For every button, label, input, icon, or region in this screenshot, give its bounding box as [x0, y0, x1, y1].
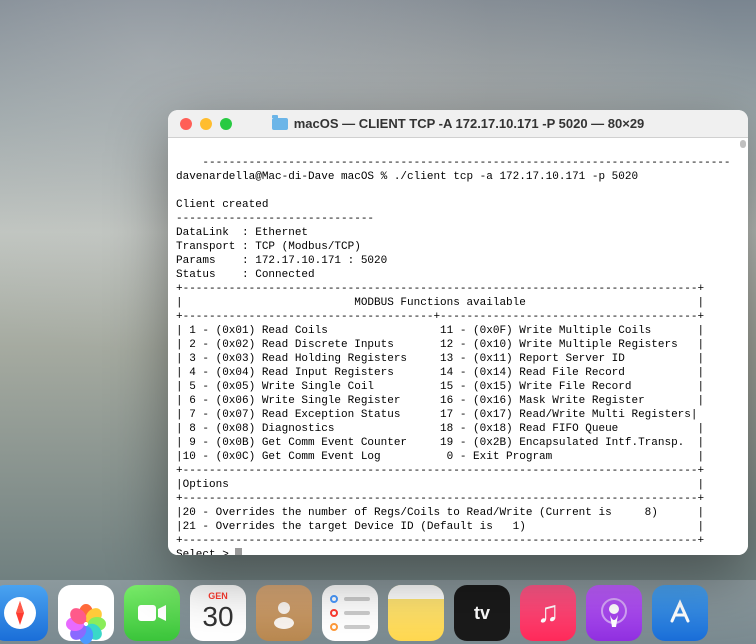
close-button[interactable]	[180, 118, 192, 130]
dock: GEN 30 tv ♫	[0, 574, 756, 644]
dock-calendar-icon[interactable]: GEN 30	[190, 585, 246, 641]
reminders-list-icon	[322, 583, 378, 643]
line-hr3: +---------------------------------------…	[176, 465, 704, 477]
line-opt2: |21 - Overrides the target Device ID (De…	[176, 521, 704, 533]
line-info-divider: ------------------------------	[176, 213, 374, 225]
dock-notes-icon[interactable]	[388, 585, 444, 641]
line-row10: |10 - (0x0C) Get Comm Event Log 0 - Exit…	[176, 451, 704, 463]
line-row4: | 4 - (0x04) Read Input Registers 14 - (…	[176, 367, 704, 379]
scrollbar[interactable]	[740, 140, 746, 148]
line-datalink: DataLink : Ethernet	[176, 227, 308, 239]
dock-safari-icon[interactable]	[0, 585, 48, 641]
photos-flower-icon	[67, 594, 105, 632]
podcast-icon	[596, 595, 632, 631]
title-bar[interactable]: macOS — CLIENT TCP -A 172.17.10.171 -P 5…	[168, 110, 748, 138]
dock-music-icon[interactable]: ♫	[520, 585, 576, 641]
line-row3: | 3 - (0x03) Read Holding Registers 13 -…	[176, 353, 704, 365]
dock-photos-icon[interactable]	[58, 585, 114, 641]
line-hr2: +--------------------------------------+…	[176, 311, 704, 323]
person-icon	[266, 595, 302, 631]
dock-facetime-icon[interactable]	[124, 585, 180, 641]
line-divider: ----------------------------------------…	[202, 157, 730, 169]
video-icon	[134, 595, 170, 631]
line-row9: | 9 - (0x0B) Get Comm Event Counter 19 -…	[176, 437, 704, 449]
line-opt1: |20 - Overrides the number of Regs/Coils…	[176, 507, 704, 519]
window-title: macOS — CLIENT TCP -A 172.17.10.171 -P 5…	[168, 116, 748, 131]
tv-label: tv	[474, 603, 490, 624]
line-hr1: +---------------------------------------…	[176, 283, 704, 295]
line-status: Status : Connected	[176, 269, 315, 281]
music-note-icon: ♫	[537, 596, 560, 630]
line-client-created: Client created	[176, 199, 268, 211]
cursor	[235, 548, 242, 555]
minimize-button[interactable]	[200, 118, 212, 130]
line-row6: | 6 - (0x06) Write Single Register 16 - …	[176, 395, 704, 407]
dock-reminders-icon[interactable]	[322, 585, 378, 641]
compass-icon	[0, 593, 40, 633]
line-row2: | 2 - (0x02) Read Discrete Inputs 12 - (…	[176, 339, 704, 351]
line-hr5: +---------------------------------------…	[176, 535, 704, 547]
line-options: |Options |	[176, 479, 704, 491]
dock-tv-icon[interactable]: tv	[454, 585, 510, 641]
maximize-button[interactable]	[220, 118, 232, 130]
calendar-month: GEN	[190, 591, 246, 601]
dock-podcasts-icon[interactable]	[586, 585, 642, 641]
line-prompt: davenardella@Mac-di-Dave macOS % ./clien…	[176, 171, 638, 183]
line-row5: | 5 - (0x05) Write Single Coil 15 - (0x1…	[176, 381, 704, 393]
line-functions-header: | MODBUS Functions available |	[176, 297, 704, 309]
line-row7: | 7 - (0x07) Read Exception Status 17 - …	[176, 409, 698, 421]
terminal-window: macOS — CLIENT TCP -A 172.17.10.171 -P 5…	[168, 110, 748, 555]
dock-contacts-icon[interactable]	[256, 585, 312, 641]
terminal-content[interactable]: ----------------------------------------…	[168, 138, 748, 555]
folder-icon	[272, 118, 288, 130]
line-hr4: +---------------------------------------…	[176, 493, 704, 505]
line-params: Params : 172.17.10.171 : 5020	[176, 255, 387, 267]
notes-header-icon	[388, 585, 444, 599]
dock-appstore-icon[interactable]	[652, 585, 708, 641]
appstore-a-icon	[660, 593, 700, 633]
line-transport: Transport : TCP (Modbus/TCP)	[176, 241, 361, 253]
line-select: Select >	[176, 549, 235, 555]
calendar-day: 30	[190, 601, 246, 633]
line-row1: | 1 - (0x01) Read Coils 11 - (0x0F) Writ…	[176, 325, 704, 337]
window-controls	[180, 118, 232, 130]
line-row8: | 8 - (0x08) Diagnostics 18 - (0x18) Rea…	[176, 423, 704, 435]
title-label: macOS — CLIENT TCP -A 172.17.10.171 -P 5…	[294, 116, 645, 131]
